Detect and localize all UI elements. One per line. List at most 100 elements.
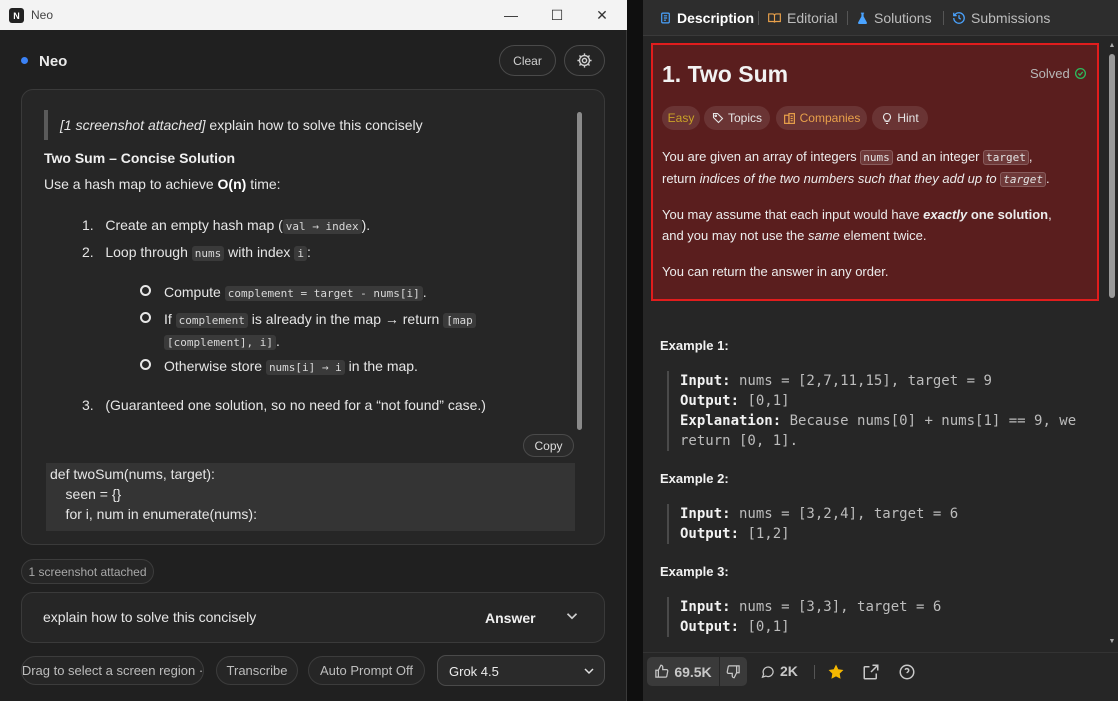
- transcribe-button[interactable]: Transcribe: [216, 656, 298, 685]
- step-number: 3.: [82, 397, 94, 413]
- tab-solutions[interactable]: Solutions: [856, 10, 932, 26]
- status-dot: [21, 57, 28, 64]
- scroll-down-arrow[interactable]: ▼: [1107, 638, 1117, 646]
- chevron-down-icon[interactable]: [563, 607, 581, 625]
- tag-label: Companies: [799, 111, 861, 125]
- book-icon: [768, 13, 781, 23]
- drag-select-button[interactable]: Drag to select a screen region ·: [21, 656, 204, 685]
- chat-panel[interactable]: [1 screenshot attached] explain how to s…: [21, 89, 605, 545]
- tag-icon: [712, 112, 724, 124]
- like-button[interactable]: 69.5K: [647, 657, 719, 686]
- inline-code: complement = target - nums[i]: [224, 286, 423, 301]
- comment-icon: [761, 665, 774, 678]
- building-icon: [783, 112, 795, 124]
- header-title: Neo: [39, 53, 68, 70]
- chat-content: [1 screenshot attached] explain how to s…: [22, 90, 582, 531]
- clear-button[interactable]: Clear: [499, 45, 556, 76]
- mode-selector-label[interactable]: Answer: [485, 610, 536, 626]
- star-icon[interactable]: [827, 663, 845, 681]
- step-text: Loop through: [105, 244, 192, 260]
- app-icon: N: [9, 8, 24, 23]
- inline-code: nums: [191, 246, 225, 261]
- chat-scrollbar[interactable]: [577, 112, 582, 430]
- help-icon[interactable]: [898, 663, 916, 681]
- tag-label: Easy: [667, 111, 695, 125]
- document-icon: [661, 12, 670, 24]
- neo-window: N Neo — ☐ ✕ Neo Clear [1 screenshot atta…: [0, 0, 627, 701]
- prompt-text: explain how to solve this concisely: [205, 117, 423, 133]
- sub-step-1: Compute complement = target - nums[i].: [164, 282, 427, 304]
- problem-description-highlight: 1. Two Sum Solved Easy Topics Companies …: [651, 43, 1099, 301]
- history-icon: [953, 12, 965, 24]
- comments-button[interactable]: 2K: [760, 663, 798, 679]
- close-button[interactable]: ✕: [588, 4, 616, 26]
- inline-code: val → index: [282, 219, 362, 234]
- footer-separator: [814, 665, 815, 679]
- like-count: 69.5K: [674, 663, 712, 680]
- code-line: for i, num in enumerate(nums):: [50, 506, 257, 522]
- description-scrollbar-thumb[interactable]: [1109, 54, 1115, 298]
- inline-code: i: [294, 246, 307, 261]
- flask-icon: [858, 12, 867, 24]
- description-paragraph-3: You can return the answer in any order.: [662, 264, 889, 279]
- prompt-prefix: [1 screenshot attached]: [60, 117, 206, 133]
- step-3: 3. (Guaranteed one solution, so no need …: [82, 395, 486, 415]
- step-1: 1. Create an empty hash map (val → index…: [82, 215, 370, 237]
- example-1-block: Input: nums = [2,7,11,15], target = 9 Ou…: [667, 371, 1076, 451]
- step-text: .: [275, 333, 280, 349]
- tag-label: Hint: [897, 111, 919, 125]
- description-paragraph-1: You are given an array of integers nums …: [662, 149, 1050, 187]
- leetcode-panel: Description Editorial Solutions Submissi…: [643, 0, 1118, 701]
- step-text: .: [422, 284, 427, 300]
- tab-editorial[interactable]: Editorial: [767, 10, 838, 26]
- solved-label: Solved: [1030, 66, 1070, 81]
- step-text: in the map.: [344, 358, 418, 374]
- check-circle-icon: [1074, 67, 1086, 80]
- step-text: If: [164, 311, 176, 327]
- tag-label: Topics: [727, 111, 762, 125]
- maximize-button[interactable]: ☐: [543, 4, 571, 26]
- model-select[interactable]: Grok 4.5: [437, 655, 605, 686]
- scroll-up-arrow[interactable]: ▲: [1107, 42, 1117, 50]
- dislike-button[interactable]: [720, 657, 747, 686]
- inline-code: nums: [860, 150, 893, 165]
- companies-tag[interactable]: Companies: [776, 106, 867, 130]
- problem-title[interactable]: 1. Two Sum: [662, 61, 788, 88]
- step-text: with index: [224, 244, 295, 260]
- tab-submissions[interactable]: Submissions: [952, 10, 1050, 26]
- settings-button[interactable]: [564, 45, 605, 76]
- step-text: :: [306, 244, 311, 260]
- bullet-circle: [140, 312, 151, 323]
- attachment-chip[interactable]: 1 screenshot attached: [21, 559, 154, 584]
- minimize-icon: —: [504, 7, 518, 23]
- code-line: seen = {}: [50, 486, 122, 502]
- prompt-input-box[interactable]: explain how to solve this concisely Answ…: [21, 592, 605, 643]
- description-paragraph-2: You may assume that each input would hav…: [662, 207, 1052, 243]
- bullet-circle: [140, 359, 151, 370]
- intro-complexity: O(n): [217, 176, 247, 192]
- inline-code: [complement], i]: [164, 335, 276, 350]
- example-3-title: Example 3:: [660, 564, 729, 579]
- auto-prompt-toggle[interactable]: Auto Prompt Off: [308, 656, 425, 685]
- problem-footer: 69.5K 2K: [643, 652, 1118, 701]
- inline-code: target: [1000, 172, 1046, 187]
- example-1-title: Example 1:: [660, 338, 729, 353]
- prompt-input[interactable]: explain how to solve this concisely: [43, 609, 256, 625]
- step-text: Otherwise store: [164, 358, 266, 374]
- window-title: Neo: [31, 8, 54, 22]
- share-icon[interactable]: [862, 663, 880, 681]
- difficulty-badge: Easy: [662, 106, 700, 130]
- topics-tag[interactable]: Topics: [704, 106, 770, 130]
- copy-button[interactable]: Copy: [523, 434, 574, 457]
- comment-count: 2K: [780, 663, 798, 679]
- problem-tabs: Description Editorial Solutions Submissi…: [643, 0, 1118, 36]
- example-3-block: Input: nums = [3,3], target = 6 Output: …: [667, 597, 941, 637]
- chevron-down-icon: [584, 668, 594, 675]
- minimize-button[interactable]: —: [497, 4, 525, 26]
- thumbs-down-icon: [726, 665, 740, 679]
- code-line: def twoSum(nums, target):: [50, 466, 215, 482]
- tab-description[interactable]: Description: [659, 10, 754, 26]
- tab-separator: [758, 11, 759, 25]
- hint-tag[interactable]: Hint: [872, 106, 928, 130]
- tab-label: Editorial: [787, 10, 838, 26]
